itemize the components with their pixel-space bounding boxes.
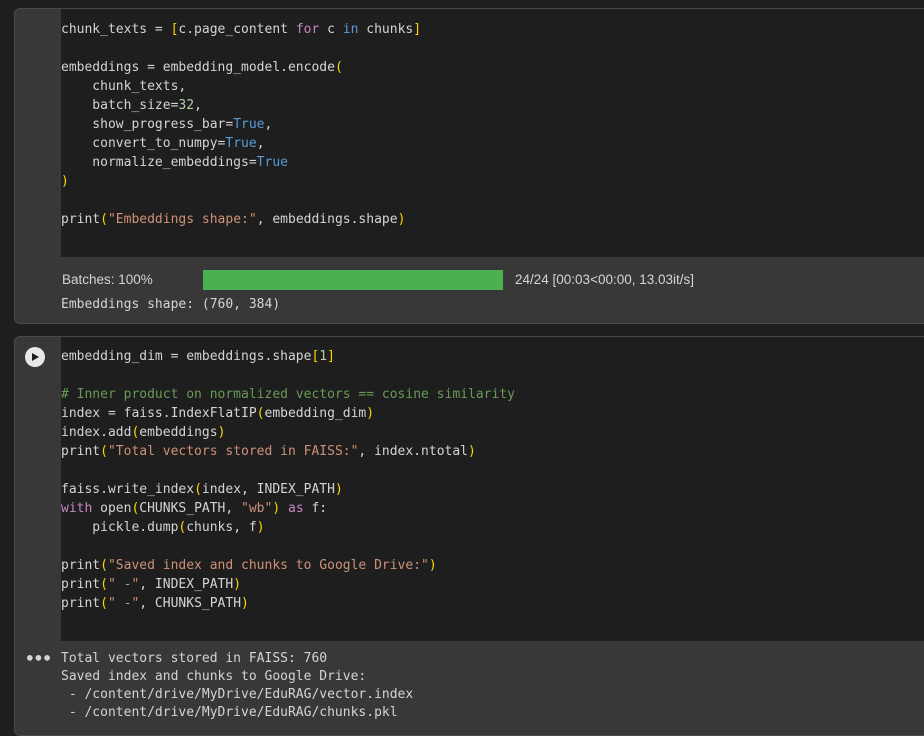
output-text: Embeddings shape: (760, 384)	[61, 297, 281, 312]
more-horizontal-icon[interactable]: •••	[25, 649, 52, 668]
code-editor[interactable]: embedding_dim = embeddings.shape[1] # In…	[61, 337, 924, 641]
code-line: print("Total vectors stored in FAISS:", …	[61, 444, 476, 459]
code-line: show_progress_bar=True,	[61, 117, 273, 132]
code-comment: # Inner product on normalized vectors ==…	[61, 387, 515, 402]
code-line: print(" -", INDEX_PATH)	[61, 577, 242, 592]
code-line: pickle.dump(chunks, f)	[61, 520, 265, 535]
code-line: chunk_texts = [c.page_content for c in c…	[61, 22, 422, 37]
play-icon	[32, 353, 39, 361]
progress-stats: 24/24 [00:03<00:00, 13.03it/s]	[515, 272, 695, 287]
code-line: )	[61, 174, 69, 189]
code-editor[interactable]: chunk_texts = [c.page_content for c in c…	[61, 9, 924, 257]
code-line: print(" -", CHUNKS_PATH)	[61, 596, 249, 611]
progress-bar	[203, 270, 503, 290]
code-line: embedding_dim = embeddings.shape[1]	[61, 349, 335, 364]
code-line: print("Embeddings shape:", embeddings.sh…	[61, 212, 406, 227]
code-line: convert_to_numpy=True,	[61, 136, 265, 151]
code-line: with open(CHUNKS_PATH, "wb") as f:	[61, 501, 328, 516]
code-line: print("Saved index and chunks to Google …	[61, 558, 437, 573]
code-line: chunk_texts,	[61, 79, 187, 94]
progress-label: Batches: 100%	[62, 272, 153, 287]
code-line: embeddings = embedding_model.encode(	[61, 60, 343, 75]
code-line: index.add(embeddings)	[61, 425, 226, 440]
cell-output: ••• Total vectors stored in FAISS: 760 S…	[15, 641, 924, 735]
code-line: index = faiss.IndexFlatIP(embedding_dim)	[61, 406, 375, 421]
output-line: Total vectors stored in FAISS: 760	[61, 651, 328, 666]
output-line: Saved index and chunks to Google Drive:	[61, 669, 367, 684]
code-cell-faiss-index[interactable]: embedding_dim = embeddings.shape[1] # In…	[14, 336, 924, 736]
run-cell-button[interactable]	[25, 347, 45, 367]
output-line: - /content/drive/MyDrive/EduRAG/vector.i…	[61, 687, 414, 702]
code-line: batch_size=32,	[61, 98, 202, 113]
progress-bar-fill	[203, 270, 503, 290]
code-cell-embeddings[interactable]: chunk_texts = [c.page_content for c in c…	[14, 8, 924, 324]
output-line: - /content/drive/MyDrive/EduRAG/chunks.p…	[61, 705, 398, 720]
code-line: normalize_embeddings=True	[61, 155, 288, 170]
cell-output: Batches: 100% 24/24 [00:03<00:00, 13.03i…	[15, 257, 924, 323]
code-line: faiss.write_index(index, INDEX_PATH)	[61, 482, 343, 497]
